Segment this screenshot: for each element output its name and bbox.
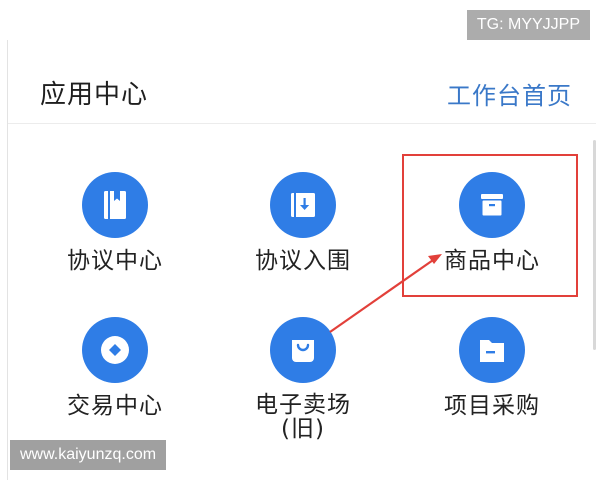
- page-title: 应用中心: [40, 80, 149, 110]
- download-doc-icon: [270, 172, 336, 238]
- diamond-icon: [82, 317, 148, 383]
- watermark-top: TG: MYYJJPP: [466, 10, 590, 40]
- highlight-box: [402, 154, 578, 297]
- watermark-bottom: www.kaiyunzq.com: [10, 440, 167, 470]
- panel-header: 应用中心 工作台首页: [8, 40, 596, 124]
- app-trade-center[interactable]: 交易中心: [25, 317, 205, 419]
- app-label: 电子卖场 (旧): [255, 392, 351, 442]
- app-project-purchase[interactable]: 项目采购: [402, 317, 582, 419]
- app-label: 协议入围: [255, 248, 351, 274]
- app-agreement-entry[interactable]: 协议入围: [213, 172, 393, 274]
- app-e-mall-old[interactable]: 电子卖场 (旧): [213, 317, 393, 441]
- app-label: 项目采购: [444, 393, 540, 419]
- workbench-home-link[interactable]: 工作台首页: [447, 76, 572, 111]
- book-icon: [82, 172, 148, 238]
- app-agreement-center[interactable]: 协议中心: [25, 172, 205, 274]
- shopping-bag-icon: [270, 317, 336, 383]
- app-label: 协议中心: [67, 248, 163, 274]
- scrollbar[interactable]: [593, 140, 596, 350]
- folder-icon: [459, 317, 525, 383]
- app-label: 交易中心: [67, 393, 163, 419]
